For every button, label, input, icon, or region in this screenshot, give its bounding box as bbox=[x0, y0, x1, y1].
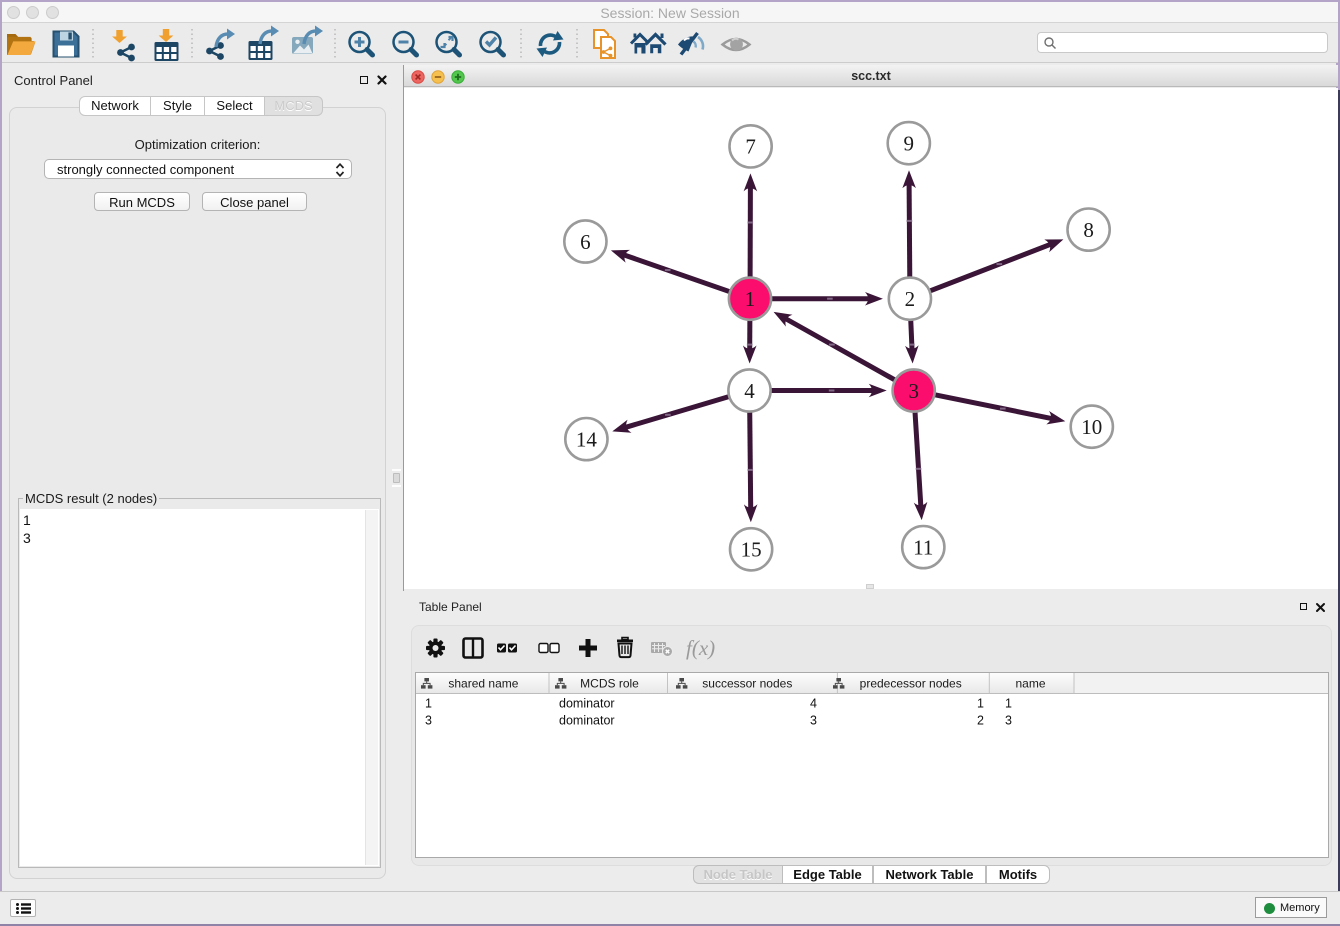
svg-text:predecessor nodes: predecessor nodes bbox=[860, 677, 962, 691]
svg-text:14: 14 bbox=[576, 427, 598, 451]
svg-text:10: 10 bbox=[1081, 415, 1102, 439]
svg-text:name: name bbox=[1015, 677, 1045, 691]
svg-text:successor nodes: successor nodes bbox=[702, 677, 792, 691]
svg-text:1: 1 bbox=[425, 697, 432, 711]
svg-text:6: 6 bbox=[580, 230, 591, 254]
svg-text:1: 1 bbox=[977, 697, 984, 711]
svg-text:f(x): f(x) bbox=[686, 636, 715, 660]
svg-text:MCDS role: MCDS role bbox=[580, 677, 639, 691]
svg-text:4: 4 bbox=[744, 379, 755, 403]
svg-text:dominator: dominator bbox=[559, 714, 615, 728]
svg-text:1: 1 bbox=[745, 287, 756, 311]
svg-text:1: 1 bbox=[1005, 697, 1012, 711]
svg-text:9: 9 bbox=[904, 132, 915, 156]
svg-text:3: 3 bbox=[908, 379, 919, 403]
svg-text:3: 3 bbox=[1005, 714, 1012, 728]
svg-text:7: 7 bbox=[745, 135, 756, 159]
svg-text:2: 2 bbox=[905, 287, 916, 311]
svg-text:dominator: dominator bbox=[559, 697, 615, 711]
svg-text:4: 4 bbox=[810, 697, 817, 711]
svg-text:15: 15 bbox=[741, 538, 762, 562]
svg-text:3: 3 bbox=[425, 714, 432, 728]
svg-text:3: 3 bbox=[810, 714, 817, 728]
svg-text:2: 2 bbox=[977, 714, 984, 728]
svg-text:shared name: shared name bbox=[448, 677, 518, 691]
svg-text:8: 8 bbox=[1083, 218, 1094, 242]
svg-text:11: 11 bbox=[913, 535, 933, 559]
